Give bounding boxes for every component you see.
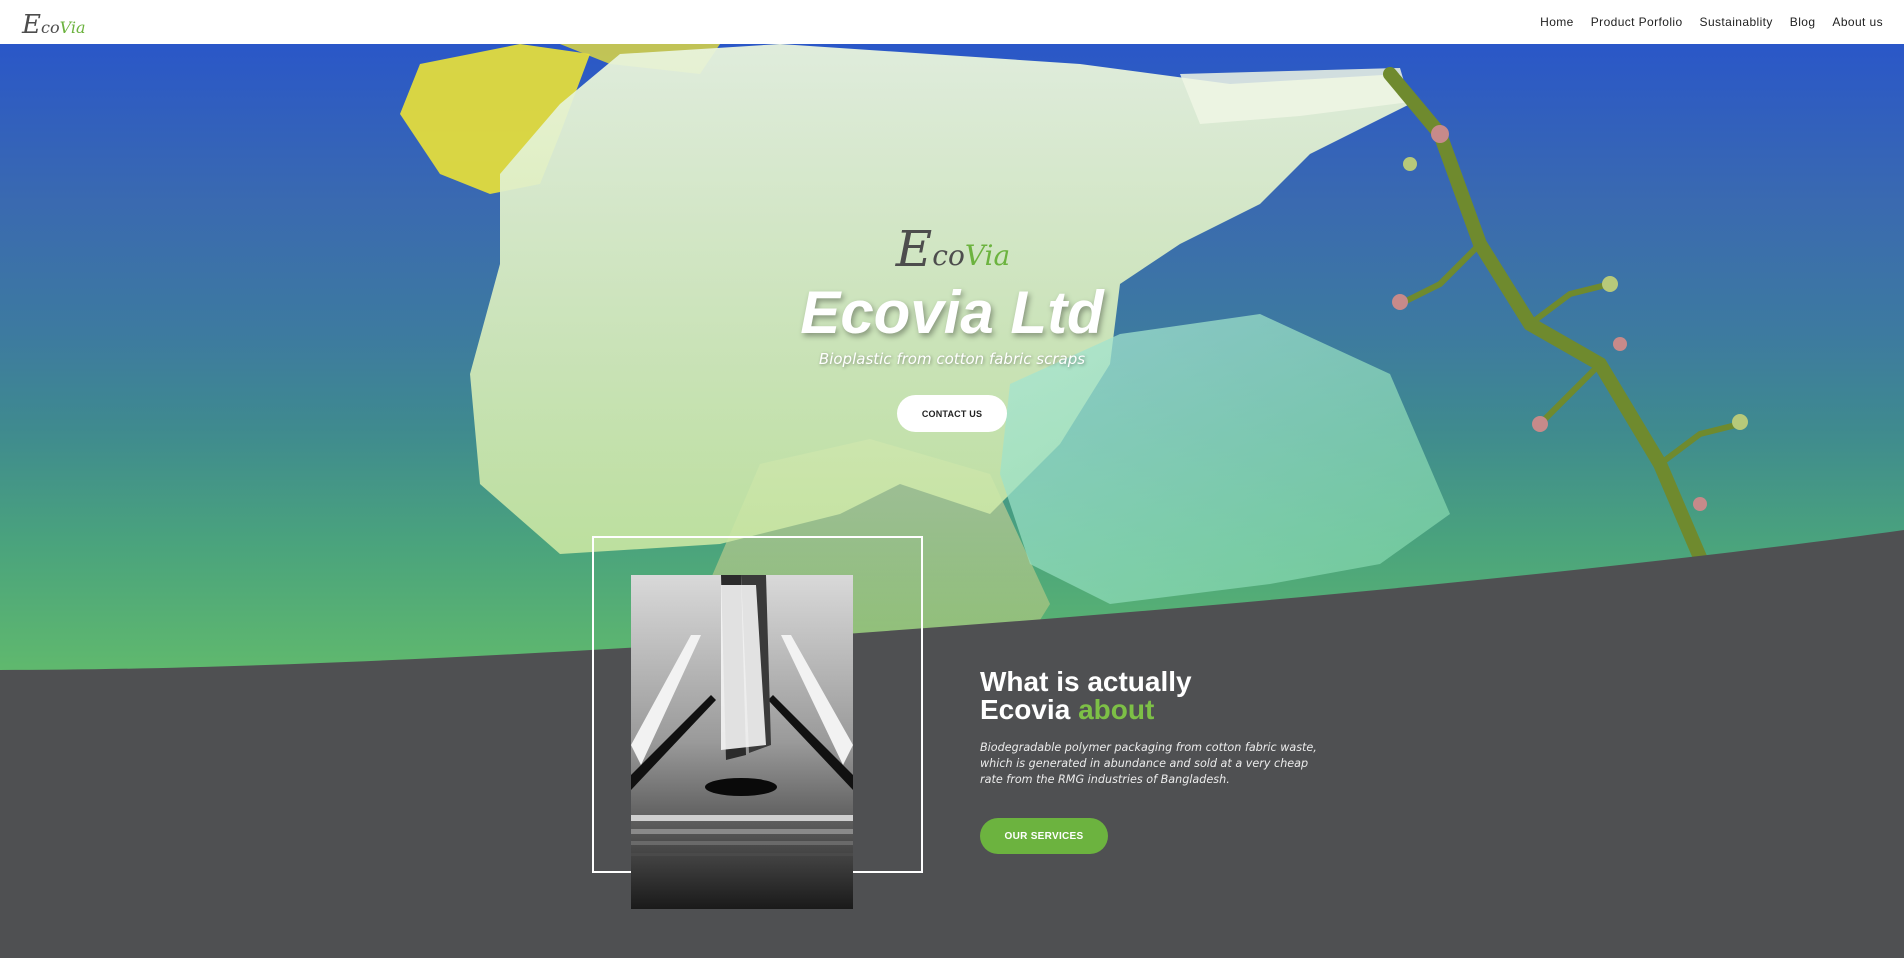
about-heading-line1: What is actually — [980, 666, 1192, 697]
hero-subtitle: Bioplastic from cotton fabric scraps — [818, 350, 1086, 368]
nav-logo-e: E — [22, 10, 41, 40]
nav-item-blog[interactable]: Blog — [1790, 15, 1816, 29]
nav-item-sustainability[interactable]: Sustainablity — [1700, 15, 1773, 29]
about-heading-brand: Ecovia — [980, 694, 1071, 725]
hero-logo-e: E — [895, 220, 933, 278]
hero-logo-via: Via — [964, 239, 1011, 272]
escalator-photo — [631, 575, 853, 909]
hero-logo-co: co — [932, 239, 965, 272]
hero-title: Ecovia Ltd — [800, 279, 1104, 346]
our-services-button[interactable]: OUR SERVICES — [980, 818, 1108, 854]
about-heading-accent: about — [1078, 694, 1155, 725]
nav-item-product-portfolio[interactable]: Product Porfolio — [1591, 15, 1683, 29]
nav-logo[interactable]: Eco Via — [22, 6, 86, 40]
hero-logo: Eco Via — [896, 214, 1010, 274]
nav-logo-co: co — [40, 18, 60, 37]
about-heading: What is actually Ecovia about — [980, 668, 1380, 724]
nav-logo-via: Via — [59, 18, 86, 37]
top-navbar: Eco Via Home Product Porfolio Sustainabli… — [0, 0, 1904, 44]
section-divider-curve — [0, 530, 1904, 958]
main-menu: Home Product Porfolio Sustainablity Blog… — [1540, 0, 1883, 44]
about-description: Biodegradable polymer packaging from cot… — [980, 741, 1317, 786]
nav-item-about-us[interactable]: About us — [1832, 15, 1883, 29]
contact-us-button[interactable]: CONTACT US — [897, 395, 1007, 432]
nav-item-home[interactable]: Home — [1540, 15, 1574, 29]
